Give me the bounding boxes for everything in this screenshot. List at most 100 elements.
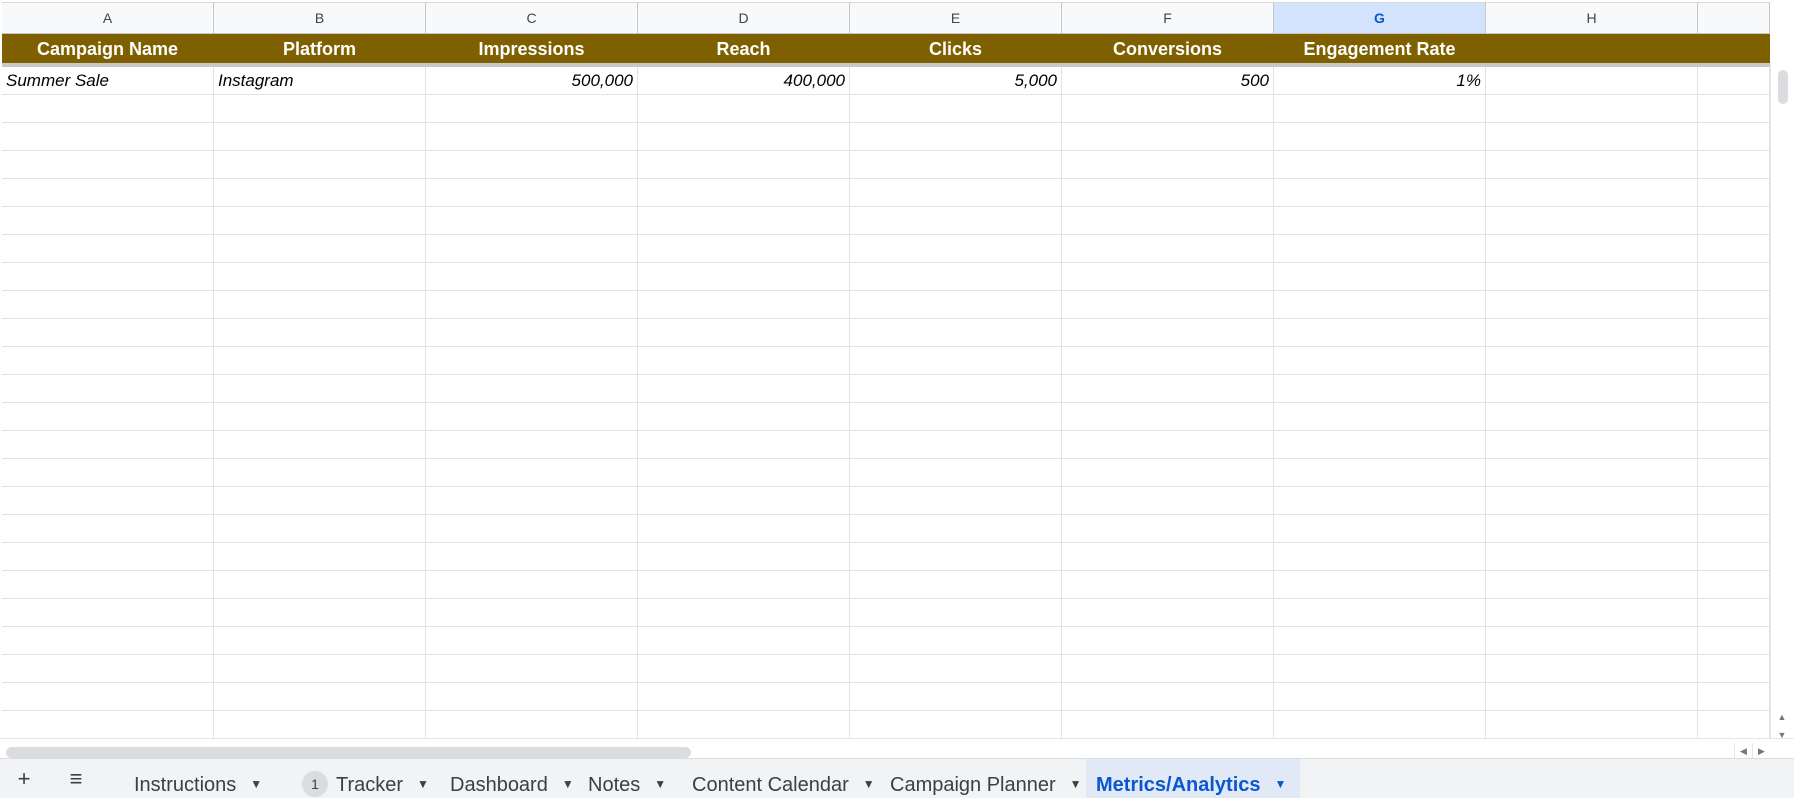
dropdown-caret-icon[interactable]: ▼: [863, 759, 875, 798]
cell-b11[interactable]: [214, 319, 426, 347]
cell-d7[interactable]: [638, 207, 850, 235]
cell-h17[interactable]: [1486, 487, 1698, 515]
cell-b19[interactable]: [214, 543, 426, 571]
cell-i18[interactable]: [1698, 515, 1770, 543]
cell-d12[interactable]: [638, 347, 850, 375]
cell-d4[interactable]: [638, 123, 850, 151]
cell-e8[interactable]: [850, 235, 1062, 263]
cell-d5[interactable]: [638, 151, 850, 179]
cell-a24[interactable]: [2, 683, 214, 711]
column-header-g[interactable]: G: [1274, 2, 1486, 34]
cell-e9[interactable]: [850, 263, 1062, 291]
cell-b12[interactable]: [214, 347, 426, 375]
cell-h16[interactable]: [1486, 459, 1698, 487]
cell-i6[interactable]: [1698, 179, 1770, 207]
cell-c7[interactable]: [426, 207, 638, 235]
cell-a6[interactable]: [2, 179, 214, 207]
cell-a14[interactable]: [2, 403, 214, 431]
cell-e13[interactable]: [850, 375, 1062, 403]
cell-g9[interactable]: [1274, 263, 1486, 291]
cell-b24[interactable]: [214, 683, 426, 711]
cell-a4[interactable]: [2, 123, 214, 151]
sheet-tab-metrics-analytics[interactable]: Metrics/Analytics ▼: [1086, 759, 1300, 798]
cell-f11[interactable]: [1062, 319, 1274, 347]
sheet-tab-content-calendar[interactable]: Content Calendar ▼: [682, 759, 875, 798]
cell-d24[interactable]: [638, 683, 850, 711]
cell-d19[interactable]: [638, 543, 850, 571]
cell-b14[interactable]: [214, 403, 426, 431]
hamburger-menu-icon[interactable]: ≡: [56, 759, 96, 798]
cell-h11[interactable]: [1486, 319, 1698, 347]
cell-i25[interactable]: [1698, 711, 1770, 739]
cell-d23[interactable]: [638, 655, 850, 683]
cell-d13[interactable]: [638, 375, 850, 403]
cell-a3[interactable]: [2, 95, 214, 123]
cell-c9[interactable]: [426, 263, 638, 291]
cell-g13[interactable]: [1274, 375, 1486, 403]
cell-f12[interactable]: [1062, 347, 1274, 375]
cell-f2[interactable]: 500: [1062, 67, 1274, 95]
cell-g19[interactable]: [1274, 543, 1486, 571]
sheet-tab-instructions[interactable]: Instructions ▼: [124, 759, 278, 798]
cell-d15[interactable]: [638, 431, 850, 459]
cell-h19[interactable]: [1486, 543, 1698, 571]
dropdown-caret-icon[interactable]: ▼: [654, 759, 666, 798]
cell-g21[interactable]: [1274, 599, 1486, 627]
cell-g23[interactable]: [1274, 655, 1486, 683]
cell-g17[interactable]: [1274, 487, 1486, 515]
cell-d10[interactable]: [638, 291, 850, 319]
cell-f3[interactable]: [1062, 95, 1274, 123]
cell-d14[interactable]: [638, 403, 850, 431]
cell-i7[interactable]: [1698, 207, 1770, 235]
cell-d11[interactable]: [638, 319, 850, 347]
cell-a7[interactable]: [2, 207, 214, 235]
cell-h6[interactable]: [1486, 179, 1698, 207]
cell-c16[interactable]: [426, 459, 638, 487]
header-cell-d[interactable]: Reach: [638, 34, 850, 64]
scroll-right-arrow-icon[interactable]: ▶: [1752, 743, 1770, 759]
cell-c10[interactable]: [426, 291, 638, 319]
cell-i2[interactable]: [1698, 67, 1770, 95]
cell-c22[interactable]: [426, 627, 638, 655]
cell-b18[interactable]: [214, 515, 426, 543]
dropdown-caret-icon[interactable]: ▼: [1275, 759, 1287, 798]
cell-e19[interactable]: [850, 543, 1062, 571]
cell-h21[interactable]: [1486, 599, 1698, 627]
cell-g2[interactable]: 1%: [1274, 67, 1486, 95]
cell-g3[interactable]: [1274, 95, 1486, 123]
cell-b15[interactable]: [214, 431, 426, 459]
cell-f8[interactable]: [1062, 235, 1274, 263]
cell-h8[interactable]: [1486, 235, 1698, 263]
cell-e16[interactable]: [850, 459, 1062, 487]
cell-g8[interactable]: [1274, 235, 1486, 263]
cell-e10[interactable]: [850, 291, 1062, 319]
column-header-b[interactable]: B: [214, 2, 426, 34]
cell-c2[interactable]: 500,000: [426, 67, 638, 95]
column-header-d[interactable]: D: [638, 2, 850, 34]
cell-a16[interactable]: [2, 459, 214, 487]
vertical-scrollbar[interactable]: ▲ ▼: [1770, 62, 1792, 742]
cell-a23[interactable]: [2, 655, 214, 683]
cell-f10[interactable]: [1062, 291, 1274, 319]
cell-b3[interactable]: [214, 95, 426, 123]
cell-d8[interactable]: [638, 235, 850, 263]
header-cell-a[interactable]: Campaign Name: [2, 34, 214, 64]
cell-h12[interactable]: [1486, 347, 1698, 375]
cell-i5[interactable]: [1698, 151, 1770, 179]
cell-f6[interactable]: [1062, 179, 1274, 207]
cell-a17[interactable]: [2, 487, 214, 515]
sheet-tab-dashboard[interactable]: Dashboard ▼: [440, 759, 574, 798]
cell-h15[interactable]: [1486, 431, 1698, 459]
cell-e18[interactable]: [850, 515, 1062, 543]
cell-g6[interactable]: [1274, 179, 1486, 207]
cell-c4[interactable]: [426, 123, 638, 151]
cell-h9[interactable]: [1486, 263, 1698, 291]
column-header-c[interactable]: C: [426, 2, 638, 34]
cell-h4[interactable]: [1486, 123, 1698, 151]
cell-f18[interactable]: [1062, 515, 1274, 543]
cell-d21[interactable]: [638, 599, 850, 627]
cell-e12[interactable]: [850, 347, 1062, 375]
cell-g5[interactable]: [1274, 151, 1486, 179]
cell-i8[interactable]: [1698, 235, 1770, 263]
cell-c23[interactable]: [426, 655, 638, 683]
